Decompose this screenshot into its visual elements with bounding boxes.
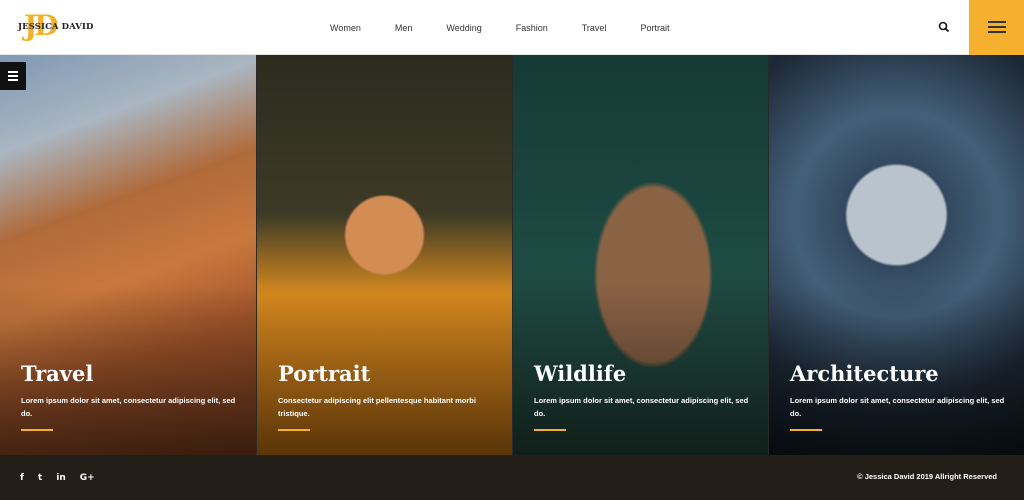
list-icon — [8, 75, 18, 77]
site-header: JD JESSICA DAVID Women Men Wedding Fashi… — [0, 0, 1024, 55]
menu-button[interactable] — [969, 0, 1024, 55]
panel-title: Travel — [21, 361, 94, 386]
nav-item-women[interactable]: Women — [330, 23, 361, 33]
nav-item-portrait[interactable]: Portrait — [640, 23, 669, 33]
panel-architecture[interactable]: Architecture Lorem ipsum dolor sit amet,… — [768, 55, 1024, 455]
copyright-text: © Jessica David 2019 Allright Reserved — [857, 472, 997, 481]
nav-item-travel[interactable]: Travel — [582, 23, 607, 33]
list-icon — [8, 71, 18, 73]
panel-accent-bar — [21, 429, 53, 431]
panel-travel[interactable]: Travel Lorem ipsum dolor sit amet, conse… — [0, 55, 256, 455]
hamburger-icon — [988, 26, 1006, 28]
search-icon[interactable] — [936, 19, 952, 35]
googleplus-icon[interactable]: G+ — [80, 473, 95, 483]
social-links: f t in G+ — [20, 455, 109, 500]
nav-item-wedding[interactable]: Wedding — [446, 23, 481, 33]
panel-accent-bar — [278, 429, 310, 431]
panel-title: Architecture — [790, 361, 939, 386]
panel-accent-bar — [534, 429, 566, 431]
nav-item-fashion[interactable]: Fashion — [516, 23, 548, 33]
logo-name: JESSICA DAVID — [18, 22, 94, 32]
panel-accent-bar — [790, 429, 822, 431]
panel-text: Lorem ipsum dolor sit amet, consectetur … — [534, 396, 749, 418]
linkedin-icon[interactable]: in — [56, 473, 66, 483]
panel-text: Lorem ipsum dolor sit amet, consectetur … — [790, 396, 1005, 418]
panel-portrait[interactable]: Portrait Consectetur adipiscing elit pel… — [256, 55, 512, 455]
hamburger-icon — [988, 21, 1006, 23]
site-footer: f t in G+ © Jessica David 2019 Allright … — [0, 455, 1024, 500]
main-nav: Women Men Wedding Fashion Travel Portrai… — [330, 0, 703, 55]
panel-text: Consectetur adipiscing elit pellentesque… — [278, 396, 476, 418]
sidebar-toggle-button[interactable] — [0, 62, 26, 90]
panel-title: Portrait — [278, 361, 371, 386]
nav-item-men[interactable]: Men — [395, 23, 413, 33]
list-icon — [8, 79, 18, 81]
panel-text: Lorem ipsum dolor sit amet, consectetur … — [21, 396, 236, 418]
category-panels: Travel Lorem ipsum dolor sit amet, conse… — [0, 55, 1024, 455]
twitter-icon[interactable]: t — [38, 473, 42, 483]
panel-wildlife[interactable]: Wildlife Lorem ipsum dolor sit amet, con… — [512, 55, 768, 455]
logo[interactable]: JD JESSICA DAVID — [18, 10, 93, 42]
hamburger-icon — [988, 31, 1006, 33]
facebook-icon[interactable]: f — [20, 473, 24, 483]
panel-title: Wildlife — [534, 361, 627, 386]
